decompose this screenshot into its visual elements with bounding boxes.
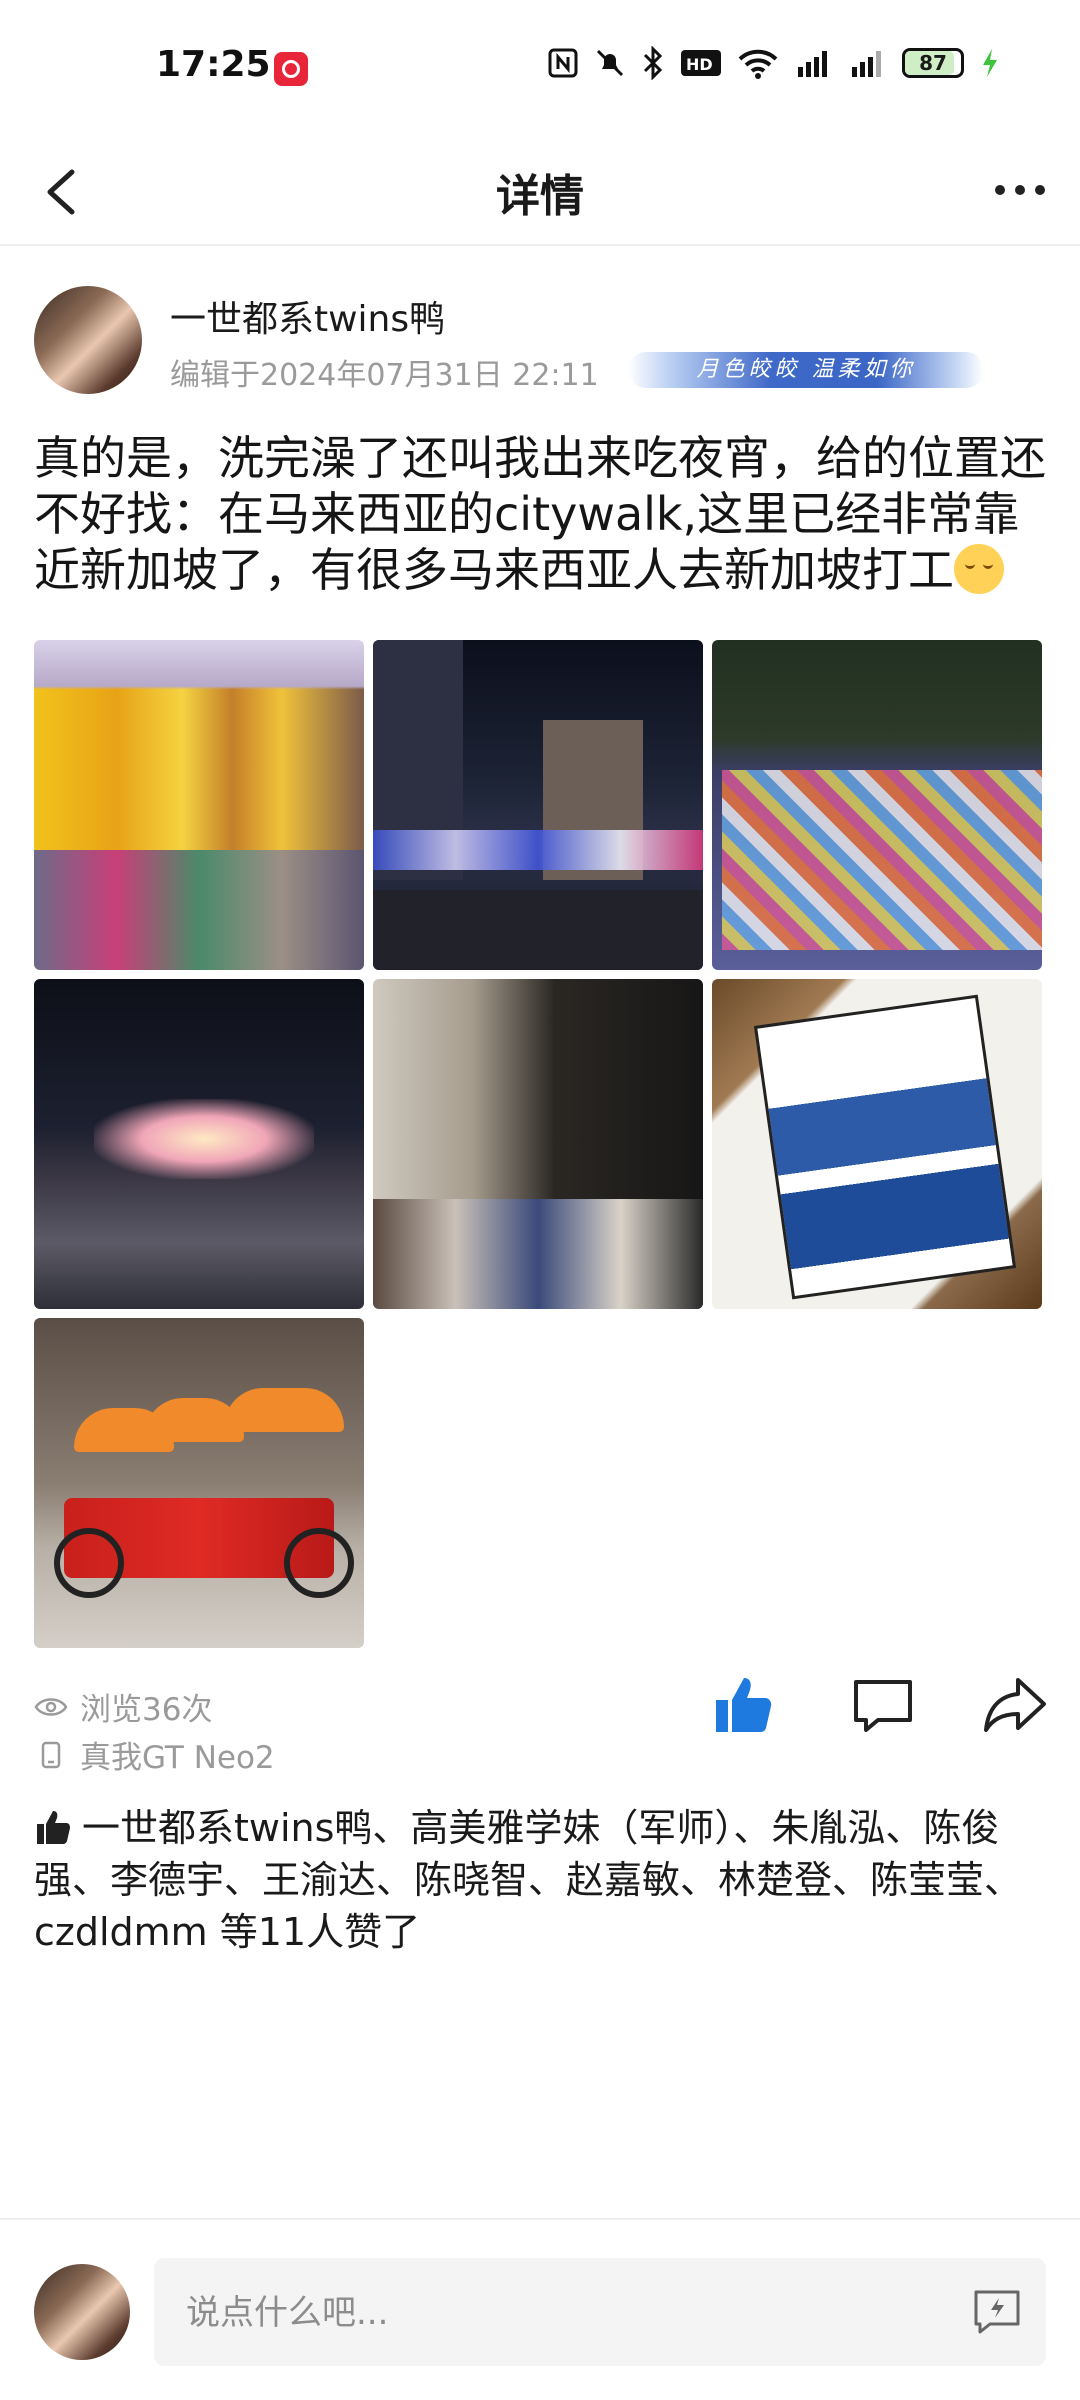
post-photo-3[interactable] — [712, 640, 1042, 970]
author-avatar[interactable] — [34, 286, 142, 394]
post-photo-7[interactable] — [34, 1318, 364, 1648]
status-icons: HD 87 — [548, 46, 1000, 80]
hd-icon: HD — [681, 50, 721, 76]
page-title: 详情 — [496, 171, 584, 222]
wifi-icon — [738, 49, 778, 79]
status-bar: 17:25 HD 87 — [0, 0, 1080, 140]
comment-input[interactable] — [184, 2258, 908, 2368]
quick-reply-icon[interactable] — [972, 2288, 1022, 2336]
post-photo-4[interactable] — [34, 979, 364, 1309]
battery-indicator: 87 — [902, 48, 964, 78]
phone-icon — [41, 1741, 61, 1768]
top-nav-bar: 详情 — [0, 140, 1080, 246]
signature-badge: 月色皎皎 温柔如你 — [628, 352, 984, 388]
charging-bolt-icon — [983, 49, 997, 77]
eye-icon — [34, 1697, 68, 1716]
likes-thumb-icon — [37, 1811, 70, 1844]
likes-list: 一世都系twins鸭、高美雅学妹（军师）、朱胤泓、陈俊强、李德宇、王渝达、陈晓智… — [34, 1802, 1046, 1958]
likes-text: 一世都系twins鸭、高美雅学妹（军师）、朱胤泓、陈俊强、李德宇、王渝达、陈晓智… — [34, 1806, 1023, 1954]
post-photo-2[interactable] — [373, 640, 703, 970]
post-photo-5[interactable] — [373, 979, 703, 1309]
nfc-icon — [548, 48, 578, 78]
post-photo-1[interactable] — [34, 640, 364, 970]
comment-bubble-icon[interactable] — [848, 1670, 918, 1740]
view-count-text: 浏览36次 — [80, 1692, 213, 1728]
author-name[interactable]: 一世都系twins鸭 — [170, 290, 445, 342]
signal-5g-icon — [852, 51, 881, 77]
device-info: 真我GT Neo2 — [34, 1732, 275, 1777]
mute-bell-icon — [596, 49, 624, 77]
svg-text:HD: HD — [686, 55, 713, 74]
edit-timestamp: 编辑于2024年07月31日 22:11 — [170, 358, 599, 393]
share-arrow-icon[interactable] — [980, 1670, 1050, 1740]
relieved-face-emoji-icon — [954, 544, 1004, 594]
post-text: 真的是，洗完澡了还叫我出来吃夜宵，给的位置还不好找：在马来西亚的citywalk… — [34, 431, 1046, 597]
more-options-icon[interactable] — [990, 170, 1050, 210]
post-content: 真的是，洗完澡了还叫我出来吃夜宵，给的位置还不好找：在马来西亚的citywalk… — [34, 430, 1046, 598]
battery-percent: 87 — [919, 51, 947, 75]
signal-4g-icon — [798, 51, 827, 77]
device-name: 真我GT Neo2 — [80, 1740, 275, 1776]
like-thumb-icon[interactable] — [710, 1670, 780, 1740]
app-notification-icon — [274, 52, 308, 86]
my-avatar[interactable] — [34, 2264, 130, 2360]
comment-input-box[interactable] — [154, 2258, 1046, 2368]
bluetooth-icon — [643, 46, 663, 80]
view-count: 浏览36次 — [34, 1684, 212, 1729]
post-photo-6[interactable] — [712, 979, 1042, 1309]
status-time: 17:25 — [156, 44, 271, 85]
